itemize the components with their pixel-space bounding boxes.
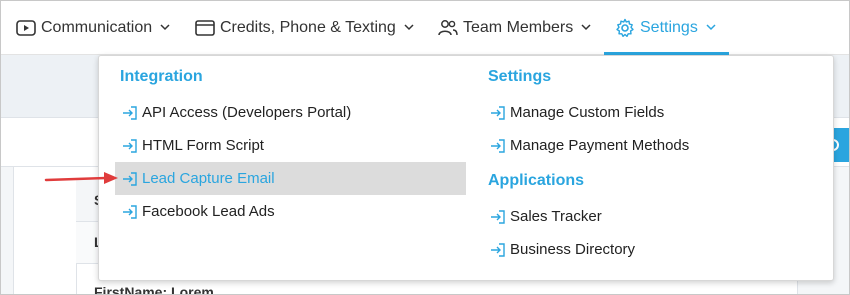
table-row-text: FirstName: Lorem xyxy=(94,284,214,295)
menu-item-label: API Access (Developers Portal) xyxy=(142,104,352,121)
nav-settings[interactable]: Settings xyxy=(604,0,729,55)
nav-label: Settings xyxy=(640,18,698,36)
nav-team-members[interactable]: Team Members xyxy=(438,0,593,55)
nav-label: Credits, Phone & Texting xyxy=(220,18,396,36)
users-icon xyxy=(438,18,458,38)
nav-label: Communication xyxy=(41,18,153,36)
menu-item-api-access[interactable]: API Access (Developers Portal) xyxy=(115,96,466,129)
menu-item-label: Business Directory xyxy=(510,241,636,258)
menu-item-label: Facebook Lead Ads xyxy=(142,203,275,220)
chevron-down-icon xyxy=(581,22,593,34)
menu-item-manage-custom-fields[interactable]: Manage Custom Fields xyxy=(483,96,813,129)
nav-label: Team Members xyxy=(463,18,574,36)
sign-in-icon xyxy=(490,242,506,258)
sign-in-icon xyxy=(490,138,506,154)
sign-in-icon xyxy=(122,171,138,187)
sign-in-icon xyxy=(122,138,138,154)
menu-item-sales-tracker[interactable]: Sales Tracker xyxy=(483,200,813,233)
gear-icon xyxy=(615,18,635,38)
menu-item-html-form-script[interactable]: HTML Form Script xyxy=(115,129,466,162)
applications-heading: Applications xyxy=(488,172,585,189)
menu-item-label: HTML Form Script xyxy=(142,137,264,154)
play-square-icon xyxy=(16,18,36,38)
menu-item-label: Lead Capture Email xyxy=(142,170,275,187)
menu-item-business-directory[interactable]: Business Directory xyxy=(483,233,813,266)
annotation-arrow-icon xyxy=(44,172,118,184)
sign-in-icon xyxy=(122,105,138,121)
menu-item-facebook-lead-ads[interactable]: Facebook Lead Ads xyxy=(115,195,466,228)
menu-item-label: Manage Payment Methods xyxy=(510,137,690,154)
nav-communication[interactable]: Communication xyxy=(16,0,172,55)
menu-item-manage-payment-methods[interactable]: Manage Payment Methods xyxy=(483,129,813,162)
sign-in-icon xyxy=(490,105,506,121)
sign-in-icon xyxy=(122,204,138,220)
integration-heading: Integration xyxy=(120,68,203,85)
sign-in-icon xyxy=(490,209,506,225)
menu-item-label: Manage Custom Fields xyxy=(510,104,665,121)
card-icon xyxy=(195,18,215,38)
menu-item-lead-capture-email[interactable]: Lead Capture Email xyxy=(115,162,466,195)
settings-heading: Settings xyxy=(488,68,552,85)
chevron-down-icon xyxy=(160,22,172,34)
settings-dropdown-menu: Integration API Access (Developers Porta… xyxy=(98,55,834,281)
nav-credits-phone-texting[interactable]: Credits, Phone & Texting xyxy=(195,0,416,55)
menu-item-label: Sales Tracker xyxy=(510,208,602,225)
page-left-strip xyxy=(0,167,14,295)
top-navigation: Communication Credits, Phone & Texting T… xyxy=(0,0,850,55)
chevron-down-icon xyxy=(706,22,718,34)
chevron-down-icon xyxy=(404,22,416,34)
